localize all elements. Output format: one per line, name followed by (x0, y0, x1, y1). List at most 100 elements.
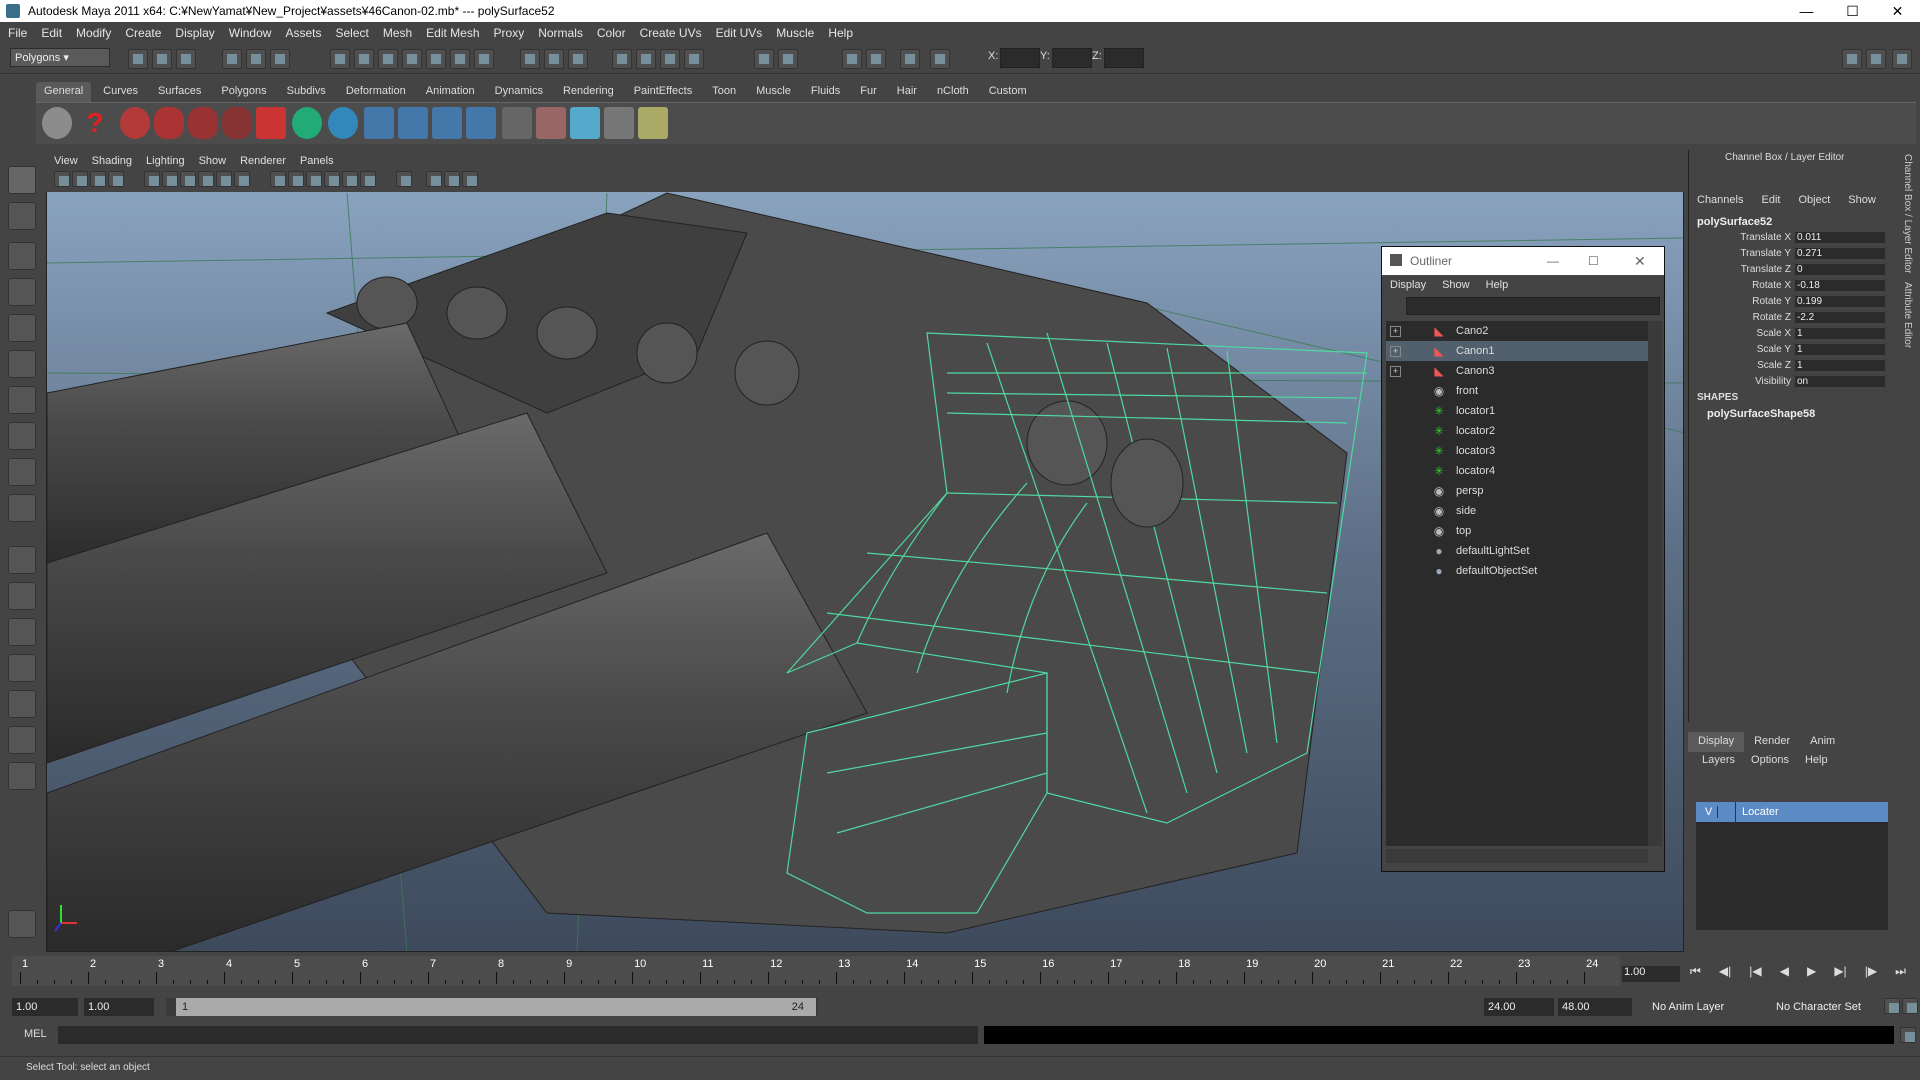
outliner-vscrollbar[interactable] (1648, 321, 1662, 846)
uv-editor-icon[interactable] (778, 49, 798, 69)
input-toggle-icon[interactable] (8, 910, 36, 938)
list-tool-icon[interactable] (502, 107, 532, 139)
outliner-close-button[interactable]: ✕ (1634, 253, 1646, 270)
render-frame-icon[interactable] (636, 49, 656, 69)
shelf-tab-dynamics[interactable]: Dynamics (487, 82, 551, 102)
shelf-tab-muscle[interactable]: Muscle (748, 82, 799, 102)
outliner-item[interactable]: ● defaultLightSet (1386, 541, 1648, 561)
menu-edit-uvs[interactable]: Edit UVs (716, 26, 763, 40)
rotate-tool-icon[interactable] (8, 314, 36, 342)
outliner-menu-display[interactable]: Display (1390, 279, 1426, 291)
single-pane-layout-icon[interactable] (8, 546, 36, 574)
lock-icon[interactable] (544, 49, 564, 69)
channel-value[interactable]: 0.199 (1795, 296, 1885, 307)
channel-value[interactable]: 1 (1795, 328, 1885, 339)
joint-tool1-icon[interactable] (364, 107, 394, 139)
render-settings-icon[interactable] (684, 49, 704, 69)
scene-view-icon[interactable] (900, 49, 920, 69)
brush-set4-icon[interactable] (222, 107, 252, 139)
resolution-gate-icon[interactable] (180, 171, 196, 187)
outliner-menu-help[interactable]: Help (1486, 279, 1509, 291)
open-scene-icon[interactable] (152, 49, 172, 69)
soft-mod-icon[interactable] (8, 422, 36, 450)
outliner-item[interactable]: ✳ locator4 (1386, 461, 1648, 481)
layer-menu-layers[interactable]: Layers (1702, 754, 1735, 766)
menu-mesh[interactable]: Mesh (383, 26, 412, 40)
outliner-item[interactable]: ◉ top (1386, 521, 1648, 541)
isolate-select-icon[interactable] (396, 171, 412, 187)
four-pane-layout-icon[interactable] (8, 582, 36, 610)
expand-icon[interactable]: + (1390, 325, 1401, 337)
current-frame-field[interactable]: 1.00 (1622, 966, 1680, 982)
render-view-icon[interactable] (612, 49, 632, 69)
go-to-end-icon[interactable]: ⏭ (1895, 964, 1906, 984)
character-set-dropdown[interactable]: No Character Set (1772, 998, 1878, 1016)
shelf-tab-subdivs[interactable]: Subdivs (279, 82, 334, 102)
shelf-tab-polygons[interactable]: Polygons (213, 82, 274, 102)
channel-value[interactable]: -0.18 (1795, 280, 1885, 291)
minimize-button[interactable]: — (1784, 0, 1829, 22)
preferences-icon[interactable] (1902, 998, 1918, 1014)
menu-assets[interactable]: Assets (285, 26, 321, 40)
outliner-layout-icon[interactable] (8, 618, 36, 646)
snap-curve-icon[interactable] (354, 49, 374, 69)
menu-color[interactable]: Color (597, 26, 626, 40)
outliner-item[interactable]: ● defaultObjectSet (1386, 561, 1648, 581)
script-editor-button-icon[interactable] (1900, 1027, 1916, 1043)
layer-tool-icon[interactable] (570, 107, 600, 139)
channel-value[interactable]: -2.2 (1795, 312, 1885, 323)
viewport-menu-panels[interactable]: Panels (300, 155, 334, 167)
outliner-item[interactable]: ✳ locator3 (1386, 441, 1648, 461)
channel-box-menu-edit[interactable]: Edit (1761, 194, 1780, 212)
playback-end-field[interactable]: 24.00 (1484, 998, 1554, 1016)
layer-tab-display[interactable]: Display (1688, 732, 1745, 752)
menu-help[interactable]: Help (828, 26, 853, 40)
viewport-menu-shading[interactable]: Shading (92, 155, 132, 167)
wand-tool-icon[interactable] (638, 107, 668, 139)
stack-tool-icon[interactable] (604, 107, 634, 139)
channel-value[interactable]: on (1795, 376, 1885, 387)
joint-tool3-icon[interactable] (432, 107, 462, 139)
shelf-tab-painteffects[interactable]: PaintEffects (626, 82, 701, 102)
brush-set1-icon[interactable] (120, 107, 150, 139)
viewport-menu-lighting[interactable]: Lighting (146, 155, 185, 167)
command-input[interactable] (58, 1026, 978, 1044)
sphere-icon[interactable] (328, 107, 358, 139)
menu-edit[interactable]: Edit (41, 26, 62, 40)
wire-on-shaded-icon[interactable] (306, 171, 322, 187)
shape-node-name[interactable]: polySurfaceShape58 (1707, 408, 1815, 420)
channel-row[interactable]: Rotate X -0.18 (1689, 280, 1895, 296)
select-object-icon[interactable] (246, 49, 266, 69)
play-backward-icon[interactable]: ◀ (1780, 964, 1789, 984)
custom-layout-icon[interactable] (8, 762, 36, 790)
viewport-menu-show[interactable]: Show (199, 155, 227, 167)
viewport-menu-view[interactable]: View (54, 155, 78, 167)
hypershade-layout-icon[interactable] (8, 690, 36, 718)
shelf-tab-fur[interactable]: Fur (852, 82, 885, 102)
channel-row[interactable]: Translate Z 0 (1689, 264, 1895, 280)
play-forward-icon[interactable]: ▶ (1807, 964, 1816, 984)
snap-point-icon[interactable] (378, 49, 398, 69)
shelf-tab-custom[interactable]: Custom (981, 82, 1035, 102)
go-to-start-icon[interactable]: ⏮ (1690, 964, 1701, 984)
menu-muscle[interactable]: Muscle (776, 26, 814, 40)
outliner-titlebar[interactable]: Outliner — ☐ ✕ (1382, 247, 1664, 275)
channel-box-menu-object[interactable]: Object (1798, 194, 1830, 212)
channel-row[interactable]: Translate Y 0.271 (1689, 248, 1895, 264)
animation-end-field[interactable]: 48.00 (1558, 998, 1632, 1016)
channel-row[interactable]: Scale Z 1 (1689, 360, 1895, 376)
outliner-item[interactable]: ◉ persp (1386, 481, 1648, 501)
tool-settings-toggle-icon[interactable] (1866, 49, 1886, 69)
layer-menu-options[interactable]: Options (1751, 754, 1789, 766)
channel-value[interactable]: 1 (1795, 360, 1885, 371)
step-forward-frame-icon[interactable]: ▶| (1834, 964, 1846, 984)
channel-box-toggle-icon[interactable] (1892, 49, 1912, 69)
shelf-tab-fluids[interactable]: Fluids (803, 82, 848, 102)
brush-set2-icon[interactable] (154, 107, 184, 139)
side-tab[interactable]: Channel Box / Layer Editor (1902, 150, 1913, 278)
wireframe-icon[interactable] (270, 171, 286, 187)
field-chart-icon[interactable] (216, 171, 232, 187)
menuset-dropdown[interactable]: Polygons ▾ (10, 48, 110, 67)
shelf-tab-animation[interactable]: Animation (418, 82, 483, 102)
shelf-tab-hair[interactable]: Hair (889, 82, 925, 102)
